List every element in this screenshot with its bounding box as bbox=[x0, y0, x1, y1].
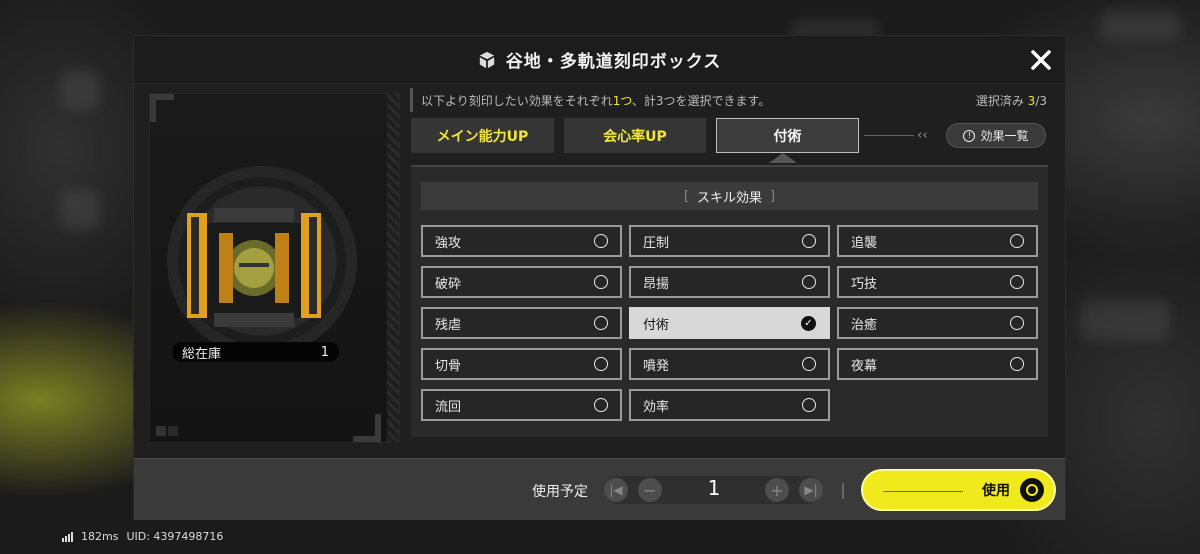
ping-value: 182ms bbox=[81, 530, 119, 543]
confirm-circle-icon bbox=[1020, 478, 1044, 502]
tab-connector-line bbox=[864, 135, 914, 136]
quantity-bar: 使用予定 |◀ − 1 + ▶| 使用 bbox=[134, 458, 1065, 520]
divider bbox=[842, 483, 844, 499]
max-quantity-button[interactable]: ▶| bbox=[799, 478, 823, 502]
option-kougi[interactable]: 巧技 bbox=[837, 266, 1038, 298]
option-assei[interactable]: 圧制 bbox=[629, 225, 830, 257]
plus-icon: + bbox=[770, 480, 784, 500]
radio-icon bbox=[594, 234, 608, 248]
option-tsuishuu[interactable]: 追襲 bbox=[837, 225, 1038, 257]
radio-icon bbox=[1010, 234, 1024, 248]
use-button-label: 使用 bbox=[982, 483, 1010, 499]
option-fujutsu[interactable]: 付術 ✓ bbox=[629, 307, 830, 339]
status-footer: 182ms UID: 4397498716 bbox=[62, 530, 223, 543]
quantity-value[interactable]: 1 bbox=[689, 476, 739, 500]
skip-first-icon: |◀ bbox=[609, 483, 623, 497]
option-kouyou[interactable]: 昂揚 bbox=[629, 266, 830, 298]
minus-icon: − bbox=[643, 480, 657, 500]
instruction-text: 以下より刻印したい効果をそれぞれ1つ、計3つを選択できます。 bbox=[421, 93, 771, 108]
signal-icon bbox=[62, 531, 73, 542]
skip-last-icon: ▶| bbox=[804, 483, 818, 497]
selected-counter: 選択済み 3/3 bbox=[975, 93, 1047, 108]
close-icon[interactable] bbox=[1029, 48, 1053, 72]
skill-effects-panel: [ スキル効果 ] 強攻 圧制 追襲 破砕 昂揚 巧技 残虐 付術 ✓ 治癒 切骨… bbox=[411, 165, 1048, 437]
radio-icon bbox=[594, 316, 608, 330]
radio-icon bbox=[1010, 275, 1024, 289]
engraving-box-item-image bbox=[187, 208, 321, 327]
radio-icon bbox=[594, 275, 608, 289]
active-tab-indicator bbox=[769, 153, 797, 163]
radio-icon bbox=[802, 234, 816, 248]
dialog-title: 谷地・多軌道刻印ボックス bbox=[505, 52, 722, 72]
option-zangyaku[interactable]: 残虐 bbox=[421, 307, 622, 339]
category-tabs: メイン能力UP 会心率UP 付術 bbox=[411, 118, 859, 153]
option-ryuukai[interactable]: 流回 bbox=[421, 389, 622, 421]
option-kyoukou[interactable]: 強攻 bbox=[421, 225, 622, 257]
radio-icon bbox=[802, 275, 816, 289]
radio-icon bbox=[802, 398, 816, 412]
radio-icon bbox=[1010, 316, 1024, 330]
button-decoration-line bbox=[883, 491, 963, 492]
total-stock-bar: 総在庫 1 bbox=[172, 342, 339, 362]
option-chiyu[interactable]: 治癒 bbox=[837, 307, 1038, 339]
dialog-header: 谷地・多軌道刻印ボックス bbox=[134, 36, 1065, 84]
uid-text: UID: 4397498716 bbox=[126, 530, 224, 543]
option-yamaku[interactable]: 夜幕 bbox=[837, 348, 1038, 380]
section-header: [ スキル効果 ] bbox=[421, 182, 1038, 210]
instruction-row: 以下より刻印したい効果をそれぞれ1つ、計3つを選択できます。 選択済み 3/3 bbox=[410, 88, 1047, 112]
box-icon bbox=[479, 51, 494, 68]
tab-crit-rate-up[interactable]: 会心率UP bbox=[564, 118, 706, 153]
tab-main-stat-up[interactable]: メイン能力UP bbox=[411, 118, 554, 153]
use-button[interactable]: 使用 bbox=[861, 469, 1056, 511]
info-icon: ! bbox=[963, 129, 976, 142]
tab-enchant[interactable]: 付術 bbox=[716, 118, 859, 153]
stock-value: 1 bbox=[320, 344, 329, 360]
section-title: スキル効果 bbox=[696, 190, 762, 206]
quantity-label: 使用予定 bbox=[532, 484, 588, 500]
radio-icon bbox=[594, 398, 608, 412]
radio-icon bbox=[802, 357, 816, 371]
stock-label: 総在庫 bbox=[182, 346, 222, 362]
option-hasai[interactable]: 破砕 bbox=[421, 266, 622, 298]
effects-list-button[interactable]: ! 効果一覧 bbox=[946, 123, 1046, 148]
double-chevron-left-icon: ‹‹ bbox=[917, 128, 928, 143]
radio-icon bbox=[594, 357, 608, 371]
engraving-box-dialog: 谷地・多軌道刻印ボックス 総在庫 1 以下より刻印したい効果をそれぞれ1つ、計3… bbox=[133, 35, 1066, 520]
effect-options-grid: 強攻 圧制 追襲 破砕 昂揚 巧技 残虐 付術 ✓ 治癒 切骨 噴発 夜幕 流回 … bbox=[421, 225, 1038, 421]
decrease-quantity-button[interactable]: − bbox=[638, 478, 662, 502]
panel-divider-strip bbox=[387, 93, 399, 443]
checkmark-icon: ✓ bbox=[801, 315, 816, 331]
option-funpatsu[interactable]: 噴発 bbox=[629, 348, 830, 380]
increase-quantity-button[interactable]: + bbox=[765, 478, 789, 502]
option-kouritsu[interactable]: 効率 bbox=[629, 389, 830, 421]
radio-icon bbox=[1010, 357, 1024, 371]
min-quantity-button[interactable]: |◀ bbox=[604, 478, 628, 502]
option-sekkotsu[interactable]: 切骨 bbox=[421, 348, 622, 380]
effects-list-label: 効果一覧 bbox=[980, 129, 1029, 143]
